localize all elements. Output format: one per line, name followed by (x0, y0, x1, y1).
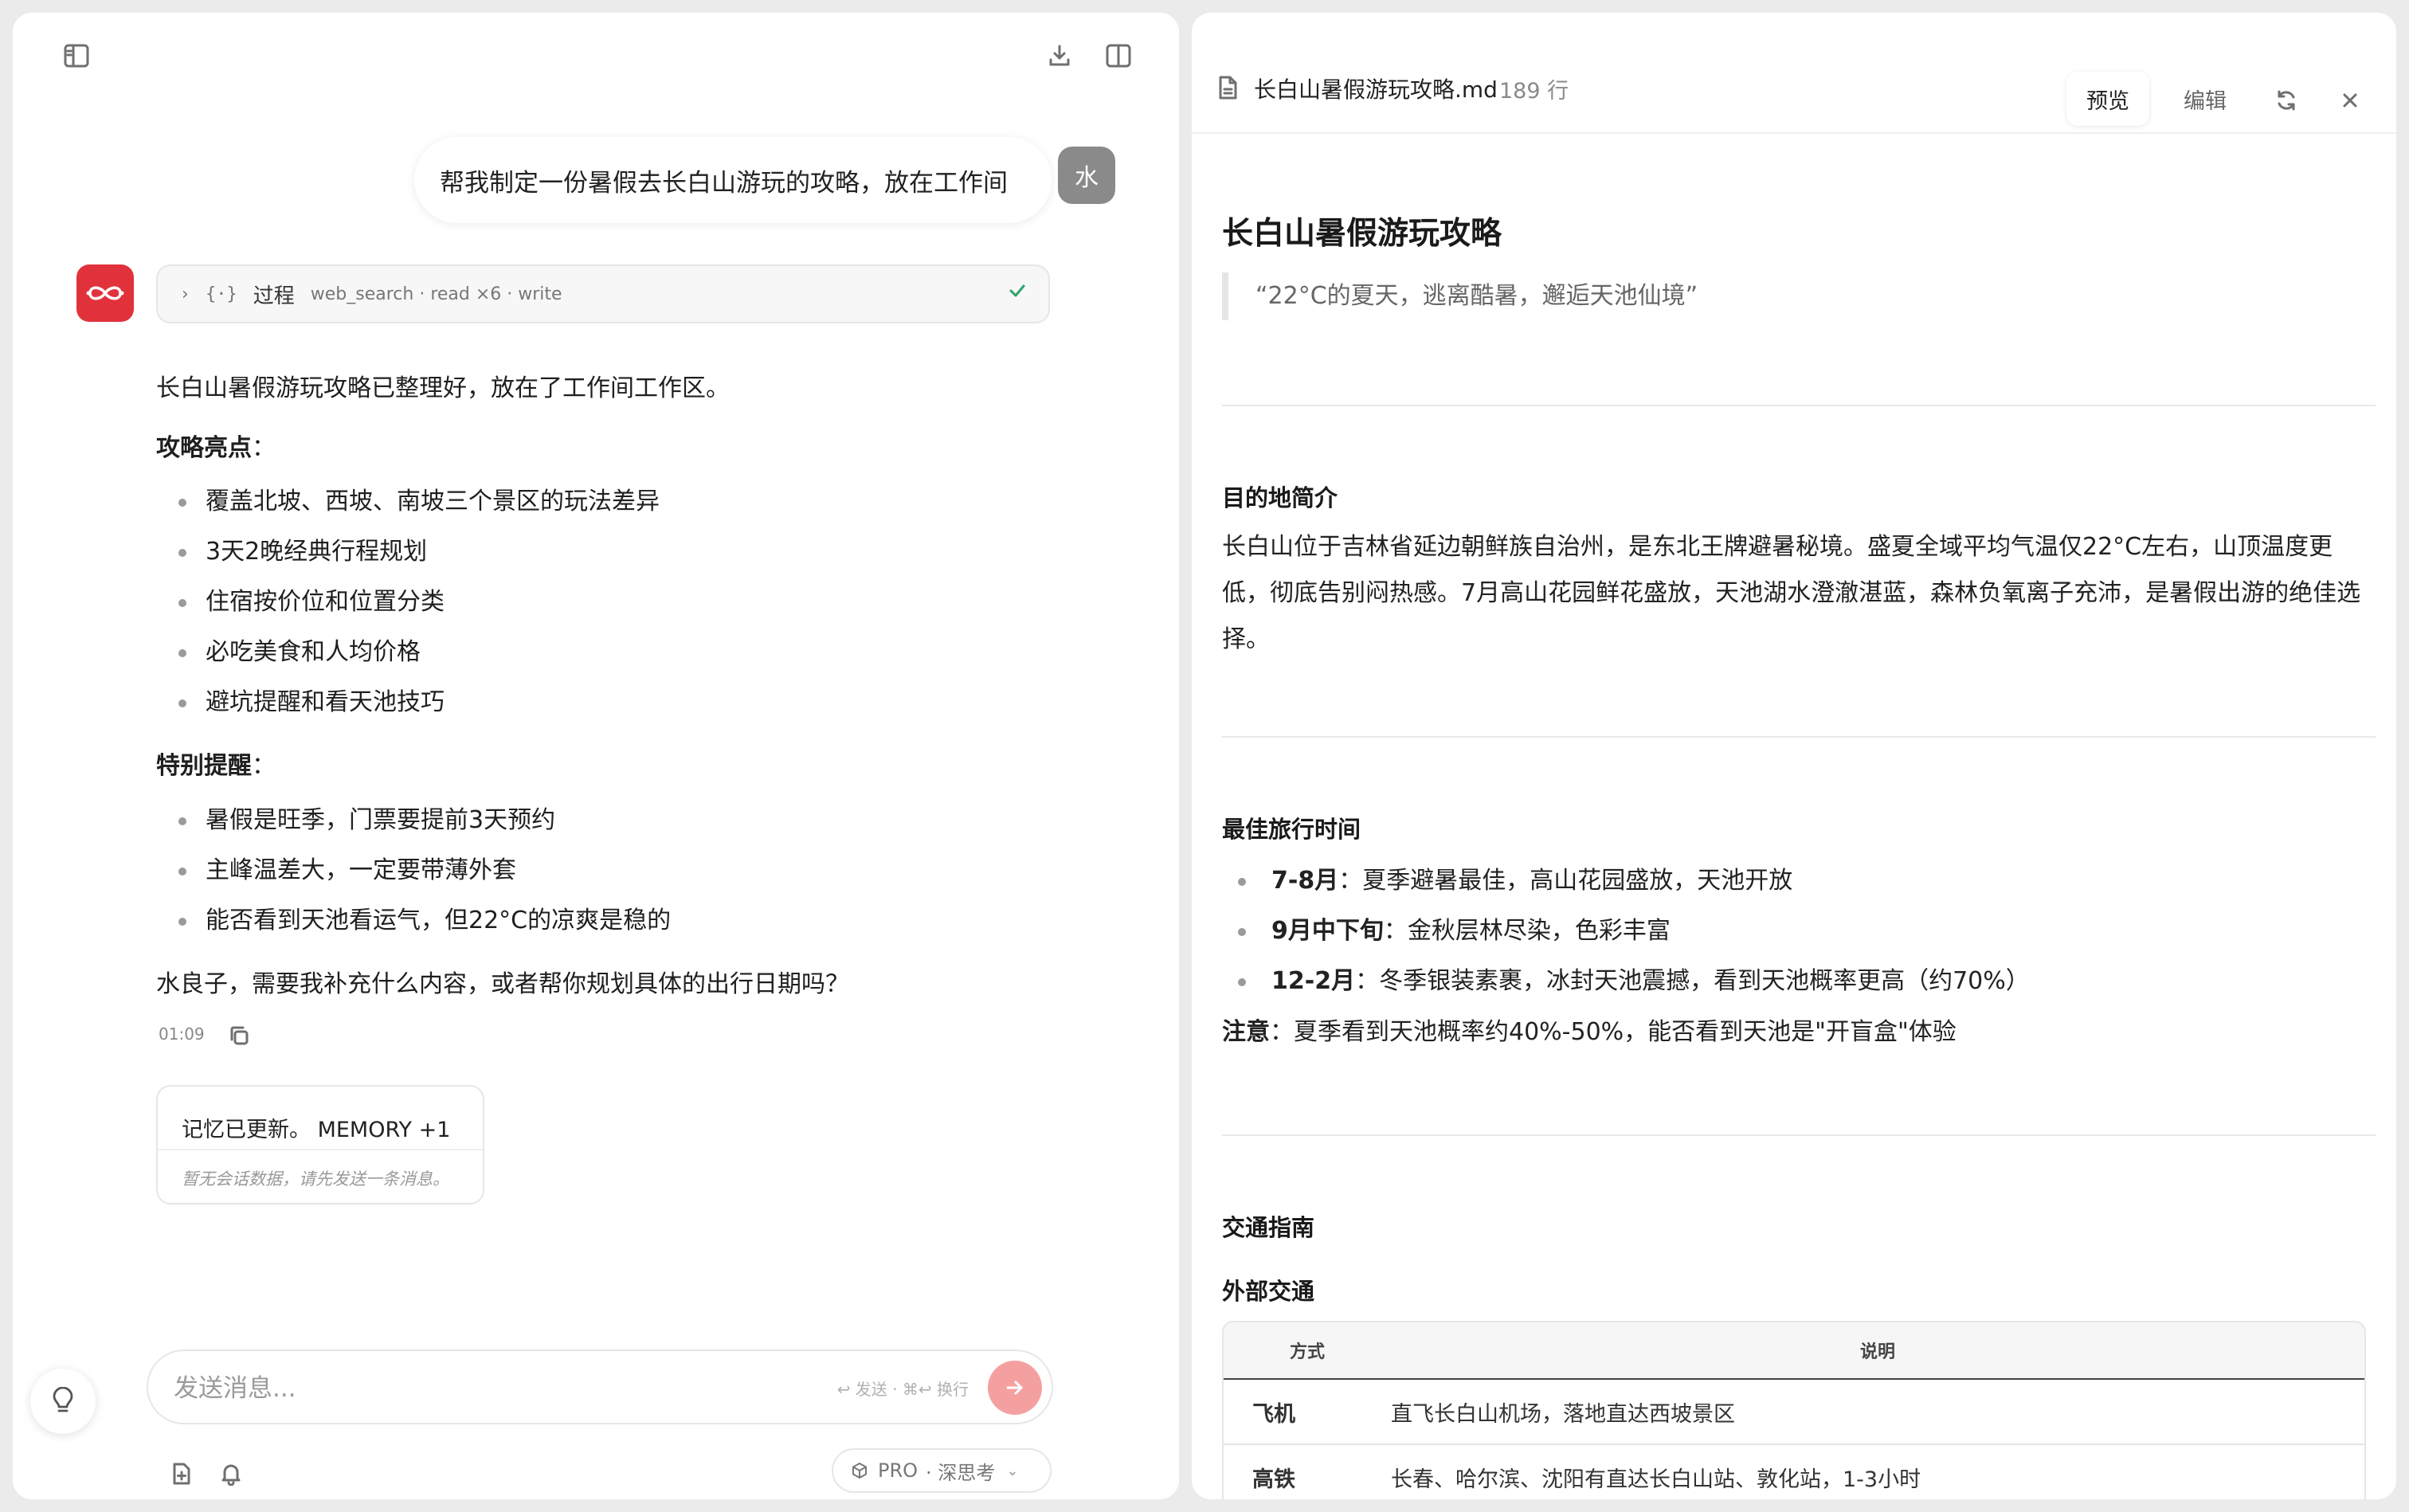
lightbulb-button[interactable] (30, 1369, 96, 1434)
list-item: 主峰温差大，一定要带薄外套 (156, 845, 671, 895)
list-item-text: ：金秋层林尽染，色彩丰富 (1383, 917, 1671, 945)
user-message-text: 帮我制定一份暑假去长白山游玩的攻略，放在工作间 (440, 168, 1008, 198)
table-cell: 飞机 (1224, 1380, 1391, 1445)
table-cell: 高铁 (1224, 1445, 1391, 1499)
document-header: 长白山暑假游玩攻略.md 189 行 预览 编辑 (1192, 13, 2396, 134)
message-time: 01:09 (159, 1024, 205, 1044)
chevron-down-icon: ⌄ (1006, 1462, 1019, 1479)
list-item-text: ：夏季避暑最佳，高山花园盛放，天池开放 (1338, 867, 1793, 895)
reply-closing: 水良子，需要我补充什么内容，或者帮你规划具体的出行日期吗？ (156, 970, 849, 998)
list-item-label: 9月中下旬 (1271, 917, 1384, 945)
time-list: 7-8月：夏季避暑最佳，高山花园盛放，天池开放 9月中下旬：金秋层林尽染，色彩丰… (1222, 856, 2030, 1006)
list-item: 7-8月：夏季避暑最佳，高山花园盛放，天池开放 (1222, 856, 2030, 906)
sidebar-toggle-icon[interactable] (59, 38, 94, 73)
table-header-row: 方式 说明 (1224, 1322, 2364, 1380)
mode-option: · 深思考 (926, 1461, 996, 1484)
table-header-cell: 方式 (1224, 1322, 1391, 1380)
list-item: 3天2晚经典行程规划 (156, 527, 660, 577)
memory-subtitle: 暂无会话数据，请先发送一条消息。 (182, 1169, 449, 1189)
line-count: 189 行 (1499, 79, 1569, 104)
infinity-logo-icon (86, 286, 124, 300)
bell-icon[interactable] (213, 1456, 249, 1491)
attach-file-icon[interactable] (164, 1456, 199, 1491)
table-cell: 直飞长白山机场，落地直达西坡景区 (1391, 1380, 2364, 1445)
document-preview: 长白山暑假游玩攻略 “22°C的夏天，逃离酷暑，邂逅天池仙境” 目的地简介 长白… (1192, 135, 2396, 1499)
model-mode-selector[interactable]: PRO · 深思考 ⌄ (832, 1448, 1052, 1493)
list-item: 覆盖北坡、西坡、南坡三个景区的玩法差异 (156, 476, 660, 527)
list-item-text: ：冬季银装素裹，冰封天池震撼，看到天池概率更高（约70%） (1355, 967, 2030, 995)
highlights-heading: 攻略亮点： (156, 434, 276, 462)
table-row: 飞机 直飞长白山机场，落地直达西坡景区 (1224, 1380, 2364, 1445)
assistant-avatar (76, 264, 134, 322)
list-item: 暑假是旺季，门票要提前3天预约 (156, 795, 671, 845)
table-header-cell: 说明 (1391, 1322, 2364, 1380)
reminders-heading: 特别提醒： (156, 752, 276, 780)
section-heading-time: 最佳旅行时间 (1222, 816, 1361, 843)
highlights-title: 攻略亮点 (156, 434, 252, 462)
divider (1222, 736, 2376, 738)
cube-icon (852, 1463, 867, 1479)
note-text: ：夏季看到天池概率约40%-50%，能否看到天池是"开盲盒"体验 (1270, 1018, 1957, 1046)
copy-icon[interactable] (223, 1020, 255, 1052)
table-cell: 长春、哈尔滨、沈阳有直达长白山站、敦化站，1-3小时 (1391, 1445, 2364, 1499)
chat-panel: 帮我制定一份暑假去长白山游玩的攻略，放在工作间 水 › {·} 过程 web_s… (13, 13, 1179, 1499)
document-title: 长白山暑假游玩攻略 (1222, 216, 1502, 252)
list-item: 必吃美食和人均价格 (156, 627, 660, 677)
intro-paragraph: 长白山位于吉林省延边朝鲜族自治州，是东北王牌避暑秘境。盛夏全域平均气温仅22°C… (1222, 533, 2361, 653)
document-panel: 长白山暑假游玩攻略.md 189 行 预览 编辑 长白山暑假游玩攻略 “22°C… (1192, 13, 2396, 1499)
split-view-icon[interactable] (1101, 38, 1136, 73)
divider (158, 1149, 483, 1150)
close-icon[interactable] (2334, 84, 2366, 116)
message-composer: ↩ 发送 · ⌘↩ 换行 (147, 1349, 1053, 1424)
process-title: 过程 (253, 284, 295, 308)
memory-card: 记忆已更新。 MEMORY +1 暂无会话数据，请先发送一条消息。 (156, 1085, 484, 1205)
arrow-right-icon (1006, 1381, 1023, 1395)
reminders-list: 暑假是旺季，门票要提前3天预约 主峰温差大，一定要带薄外套 能否看到天池看运气，… (156, 795, 671, 946)
list-item-label: 12-2月 (1271, 967, 1356, 995)
reply-intro: 长白山暑假游玩攻略已整理好，放在了工作间工作区。 (156, 374, 730, 402)
lightbulb-icon (53, 1387, 73, 1412)
list-item: 9月中下旬：金秋层林尽染，色彩丰富 (1222, 906, 2030, 956)
send-button[interactable] (988, 1361, 1042, 1415)
divider (1222, 1134, 2376, 1136)
refresh-icon[interactable] (2270, 84, 2302, 116)
process-toggle[interactable]: › {·} 过程 web_search · read ×6 · write (156, 264, 1050, 323)
message-input[interactable] (174, 1367, 731, 1410)
list-item: 能否看到天池看运气，但22°C的凉爽是稳的 (156, 895, 671, 946)
file-icon (1216, 73, 1241, 102)
user-message: 帮我制定一份暑假去长白山游玩的攻略，放在工作间 (414, 137, 1052, 223)
section-heading-transport: 交通指南 (1222, 1214, 1315, 1241)
transport-table: 方式 说明 飞机 直飞长白山机场，落地直达西坡景区 高铁 长春、哈尔滨、沈阳有直… (1222, 1321, 2366, 1499)
note: 注意：夏季看到天池概率约40%-50%，能否看到天池是"开盲盒"体验 (1222, 1012, 1957, 1047)
user-avatar: 水 (1058, 147, 1115, 204)
braces-icon: {·} (206, 284, 237, 304)
blockquote: “22°C的夏天，逃离酷暑，邂逅天池仙境” (1222, 272, 1698, 320)
input-hint: ↩ 发送 · ⌘↩ 换行 (836, 1380, 969, 1399)
list-item: 住宿按价位和位置分类 (156, 577, 660, 627)
document-filename: 长白山暑假游玩攻略.md (1254, 76, 1498, 103)
list-item-label: 7-8月 (1271, 867, 1339, 895)
chevron-right-icon: › (182, 284, 189, 304)
download-icon[interactable] (1042, 38, 1077, 73)
mode-label: PRO (878, 1459, 919, 1482)
tab-preview[interactable]: 预览 (2066, 72, 2149, 126)
section-heading-intro: 目的地简介 (1222, 484, 1338, 511)
tab-edit[interactable]: 编辑 (2175, 72, 2235, 126)
note-label: 注意 (1222, 1018, 1270, 1046)
process-steps: web_search · read ×6 · write (310, 284, 562, 304)
highlights-list: 覆盖北坡、西坡、南坡三个景区的玩法差异 3天2晚经典行程规划 住宿按价位和位置分… (156, 476, 660, 727)
memory-title: 记忆已更新。 MEMORY +1 (182, 1118, 451, 1142)
divider (1222, 405, 2376, 406)
list-item: 12-2月：冬季银装素裹，冰封天池震撼，看到天池概率更高（约70%） (1222, 956, 2030, 1006)
table-row: 高铁 长春、哈尔滨、沈阳有直达长白山站、敦化站，1-3小时 (1224, 1445, 2364, 1499)
list-item: 避坑提醒和看天池技巧 (156, 677, 660, 727)
section-heading-external: 外部交通 (1222, 1278, 1315, 1305)
reminders-title: 特别提醒 (156, 752, 252, 780)
check-icon (1007, 280, 1028, 304)
